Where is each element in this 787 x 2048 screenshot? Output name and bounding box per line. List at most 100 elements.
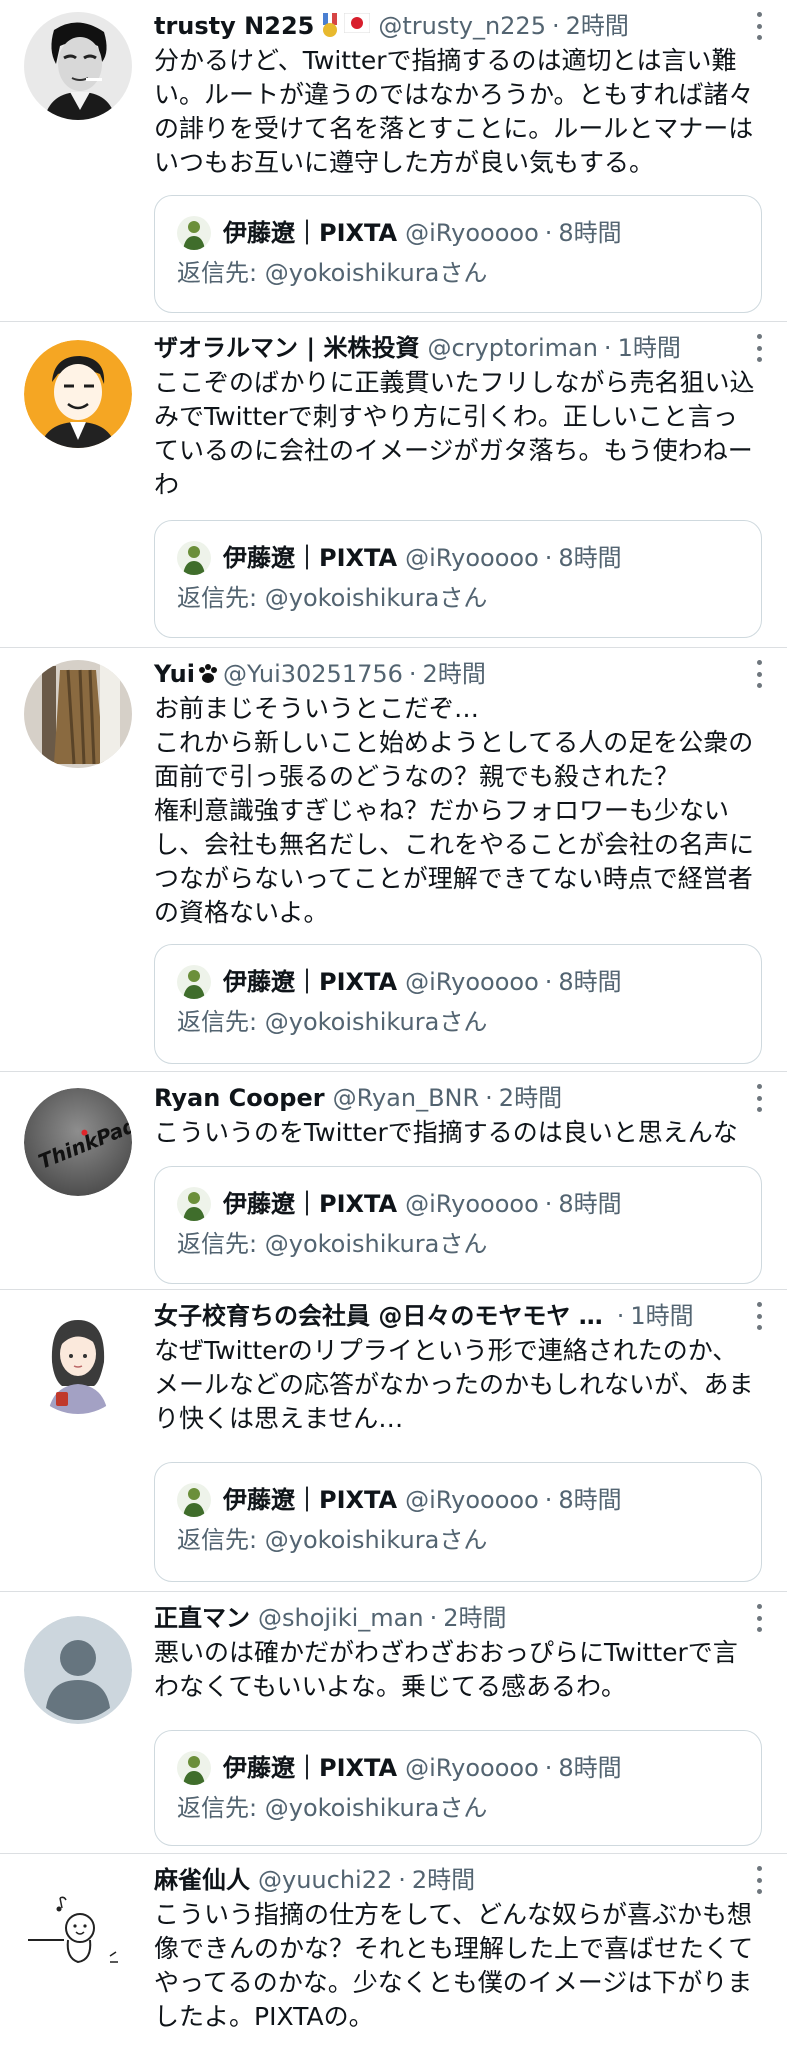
avatar[interactable] [24, 12, 132, 120]
more-options-icon[interactable] [755, 660, 763, 688]
quoted-timestamp: 8時間 [558, 1190, 622, 1218]
user-handle[interactable]: @yuuchi22 [258, 1864, 392, 1896]
quoted-timestamp: 8時間 [558, 1754, 622, 1782]
separator-dot: · [429, 1604, 438, 1632]
more-options-icon[interactable] [755, 1084, 763, 1112]
illustrated-woman-avatar-icon [24, 1306, 132, 1414]
separator-dot: · [544, 1754, 553, 1782]
reply-suffix: さん [439, 584, 488, 612]
timestamp[interactable]: 2時間 [499, 1082, 562, 1114]
timestamp[interactable]: 2時間 [423, 658, 486, 690]
replying-to: 返信先: @yokoishikuraさん [177, 1791, 739, 1825]
more-options-icon[interactable] [755, 1302, 763, 1330]
display-name[interactable]: 女子校育ちの会社員 @日々のモヤモヤ … [154, 1300, 603, 1332]
display-name[interactable]: Ryan Cooper [154, 1082, 325, 1114]
tweet[interactable]: ThinkPad Ryan Cooper @Ryan_BNR · 2時間 こうい… [0, 1072, 787, 1290]
more-options-icon[interactable] [755, 1866, 763, 1894]
quoted-header: 伊藤遼｜PIXTA @iRyooooo · 8時間 [177, 1751, 739, 1785]
reply-suffix: さん [439, 1526, 488, 1554]
quoted-header: 伊藤遼｜PIXTA @iRyooooo · 8時間 [177, 541, 739, 575]
timestamp[interactable]: 2時間 [443, 1602, 506, 1634]
tweet-text: ここぞのばかりに正義貫いたフリしながら売名狙い込みでTwitterで刺すやり方に… [154, 368, 755, 499]
quoted-reply-card[interactable]: 伊藤遼｜PIXTA @iRyooooo · 8時間 返信先: @yokoishi… [154, 1166, 762, 1284]
separator-dot: · [544, 968, 553, 996]
avatar[interactable] [24, 660, 132, 768]
tweet-header: ザオラルマン | 米株投資 @cryptoriman · 1時間 [154, 332, 757, 364]
reply-suffix: さん [439, 1230, 488, 1258]
quoted-timestamp: 8時間 [558, 544, 622, 572]
tweet-body: ザオラルマン | 米株投資 @cryptoriman · 1時間 ここぞのばかり… [154, 332, 757, 502]
tweet[interactable]: Yui @Yui30251756 · 2時間 お前まじそういうとこだぞ… これか… [0, 648, 787, 1072]
tweet-text: 悪いのは確かだがわざわざおおっぴらにTwitterで言わなくてもいいよな。乗じて… [154, 1638, 738, 1701]
quoted-reply-card[interactable]: 伊藤遼｜PIXTA @iRyooooo · 8時間 返信先: @yokoishi… [154, 944, 762, 1064]
tweet[interactable]: trusty N225 @trusty_n225 · 2時間 分かるけど、Twi… [0, 0, 787, 322]
tweet-text: こういうのをTwitterで指摘するのは良いと思えんな [154, 1118, 738, 1147]
tweet-body: 正直マン @shojiki_man · 2時間 悪いのは確かだがわざわざおおっぴ… [154, 1602, 757, 1704]
user-handle[interactable]: @Ryan_BNR [333, 1082, 480, 1114]
reply-suffix: さん [439, 1794, 488, 1822]
quoted-display-name: 伊藤遼｜PIXTA [223, 968, 398, 996]
quoted-handle: @iRyooooo [405, 968, 539, 996]
user-handle[interactable]: @cryptoriman [427, 332, 597, 364]
reply-to-handle[interactable]: @yokoishikura [265, 1794, 440, 1822]
display-name[interactable]: Yui [154, 658, 195, 690]
tweet-header: Ryan Cooper @Ryan_BNR · 2時間 [154, 1082, 757, 1114]
timestamp[interactable]: 2時間 [566, 10, 629, 42]
quoted-reply-card[interactable]: 伊藤遼｜PIXTA @iRyooooo · 8時間 返信先: @yokoishi… [154, 1462, 762, 1582]
avatar[interactable]: ThinkPad [24, 1088, 132, 1196]
quoted-display-name: 伊藤遼｜PIXTA [223, 1486, 398, 1514]
more-options-icon[interactable] [755, 12, 763, 40]
reply-to-handle[interactable]: @yokoishikura [265, 259, 440, 287]
quoted-avatar-icon [177, 1751, 211, 1785]
thinkpad-logo-avatar-icon: ThinkPad [24, 1088, 132, 1196]
quoted-reply-card[interactable]: 伊藤遼｜PIXTA @iRyooooo · 8時間 返信先: @yokoishi… [154, 520, 762, 638]
reply-to-handle[interactable]: @yokoishikura [265, 1526, 440, 1554]
tweet-text: お前まじそういうとこだぞ… これから新しいこと始めようとしてる人の足を公衆の面前… [154, 694, 755, 927]
avatar[interactable] [24, 1616, 132, 1724]
separator-dot: · [551, 12, 560, 40]
tweet[interactable]: 正直マン @shojiki_man · 2時間 悪いのは確かだがわざわざおおっぴ… [0, 1592, 787, 1854]
tweet[interactable]: ザオラルマン | 米株投資 @cryptoriman · 1時間 ここぞのばかり… [0, 322, 787, 648]
quoted-header: 伊藤遼｜PIXTA @iRyooooo · 8時間 [177, 965, 739, 999]
timestamp[interactable]: 2時間 [412, 1864, 475, 1896]
more-options-icon[interactable] [755, 334, 763, 362]
tweet-body: Yui @Yui30251756 · 2時間 お前まじそういうとこだぞ… これか… [154, 658, 757, 930]
quoted-reply-card[interactable]: 伊藤遼｜PIXTA @iRyooooo · 8時間 返信先: @yokoishi… [154, 195, 762, 313]
avatar[interactable] [24, 340, 132, 448]
separator-dot: · [544, 219, 553, 247]
reply-to-handle[interactable]: @yokoishikura [265, 584, 440, 612]
quoted-header: 伊藤遼｜PIXTA @iRyooooo · 8時間 [177, 1483, 739, 1517]
quoted-header: 伊藤遼｜PIXTA @iRyooooo · 8時間 [177, 216, 739, 250]
reply-to-handle[interactable]: @yokoishikura [265, 1008, 440, 1036]
reply-prefix: 返信先: [177, 1526, 258, 1554]
user-handle[interactable]: @shojiki_man [258, 1602, 424, 1634]
tweet-header: 麻雀仙人 @yuuchi22 · 2時間 [154, 1864, 757, 1896]
reply-to-handle[interactable]: @yokoishikura [265, 1230, 440, 1258]
tweet[interactable]: 麻雀仙人 @yuuchi22 · 2時間 こういう指摘の仕方をして、どんな奴らが… [0, 1854, 787, 2048]
display-name[interactable]: trusty N225 [154, 10, 314, 42]
quoted-timestamp: 8時間 [558, 968, 622, 996]
user-handle[interactable]: @trusty_n225 [378, 10, 546, 42]
reply-suffix: さん [439, 259, 488, 287]
timestamp[interactable]: 1時間 [630, 1300, 693, 1332]
quoted-handle: @iRyooooo [405, 219, 539, 247]
quoted-handle: @iRyooooo [405, 1190, 539, 1218]
display-name[interactable]: 正直マン [154, 1602, 250, 1634]
tweet-header: Yui @Yui30251756 · 2時間 [154, 658, 757, 690]
reply-suffix: さん [439, 1008, 488, 1036]
avatar[interactable] [24, 1306, 132, 1414]
tweet[interactable]: 女子校育ちの会社員 @日々のモヤモヤ … · 1時間 なぜTwitterのリプラ… [0, 1290, 787, 1592]
tweet-header: trusty N225 @trusty_n225 · 2時間 [154, 10, 757, 42]
more-options-icon[interactable] [755, 1604, 763, 1632]
reply-prefix: 返信先: [177, 1230, 258, 1258]
medal-icon [323, 13, 338, 37]
user-handle[interactable]: @Yui30251756 [223, 658, 403, 690]
display-name[interactable]: 麻雀仙人 [154, 1864, 250, 1896]
display-name[interactable]: ザオラルマン | 米株投資 [154, 332, 419, 364]
quoted-reply-card[interactable]: 伊藤遼｜PIXTA @iRyooooo · 8時間 返信先: @yokoishi… [154, 1730, 762, 1846]
quoted-display-name: 伊藤遼｜PIXTA [223, 1754, 398, 1782]
timestamp[interactable]: 1時間 [618, 332, 681, 364]
quoted-timestamp: 8時間 [558, 219, 622, 247]
reply-prefix: 返信先: [177, 1794, 258, 1822]
avatar[interactable] [24, 1878, 132, 1986]
